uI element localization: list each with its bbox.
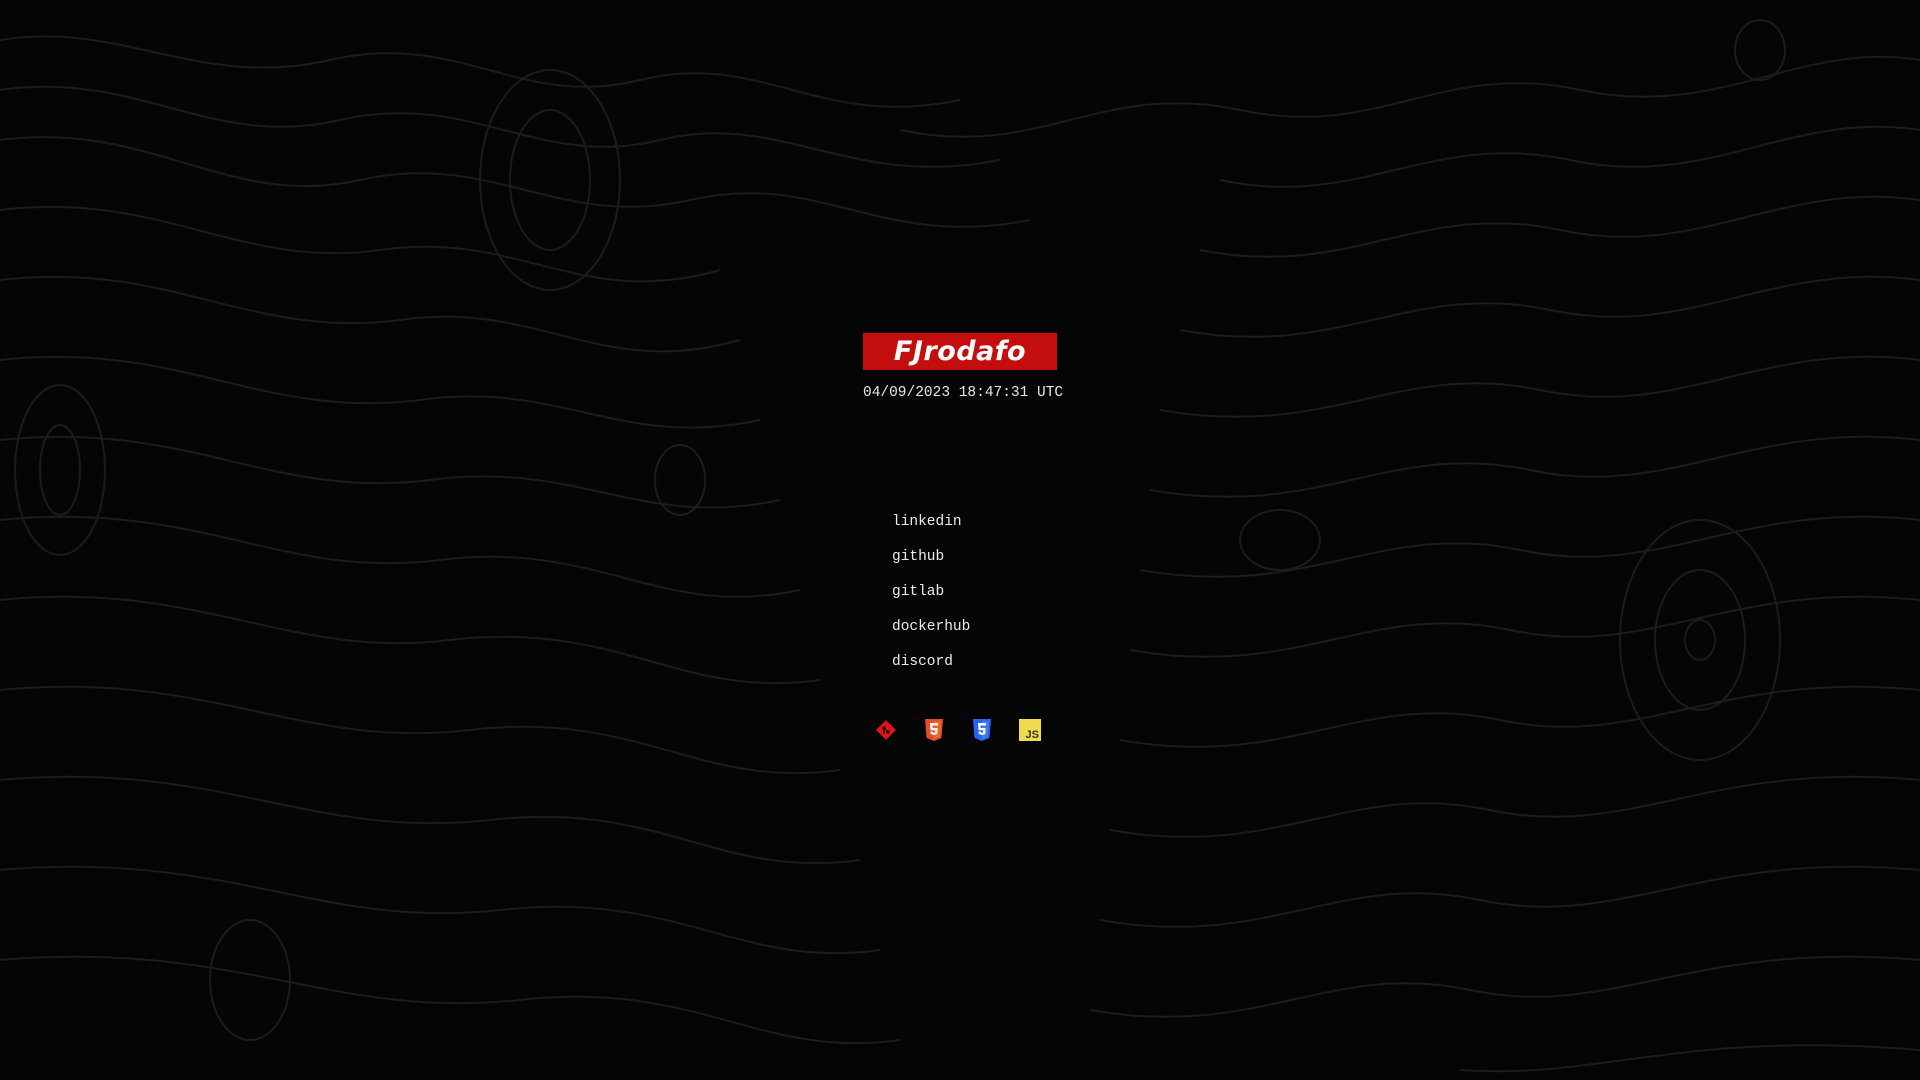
utc-clock: 04/09/2023 18:47:31 UTC (863, 385, 1064, 401)
link-discord[interactable]: discord (892, 654, 953, 670)
link-dockerhub[interactable]: dockerhub (892, 619, 970, 635)
javascript-icon[interactable]: JS (1019, 718, 1041, 742)
tech-icons: JS (875, 718, 1041, 742)
css3-icon[interactable] (971, 718, 993, 742)
html5-icon[interactable] (923, 718, 945, 742)
main-content: FJrodafo 04/09/2023 18:47:31 UTC linkedi… (0, 0, 1920, 1080)
git-icon[interactable] (875, 718, 897, 742)
link-linkedin[interactable]: linkedin (892, 514, 962, 530)
link-github[interactable]: github (892, 549, 944, 565)
link-gitlab[interactable]: gitlab (892, 584, 944, 600)
javascript-icon-text: JS (1026, 729, 1039, 741)
brand-logo[interactable]: FJrodafo (863, 333, 1057, 370)
social-links: linkedin github gitlab dockerhub discord (892, 511, 970, 686)
